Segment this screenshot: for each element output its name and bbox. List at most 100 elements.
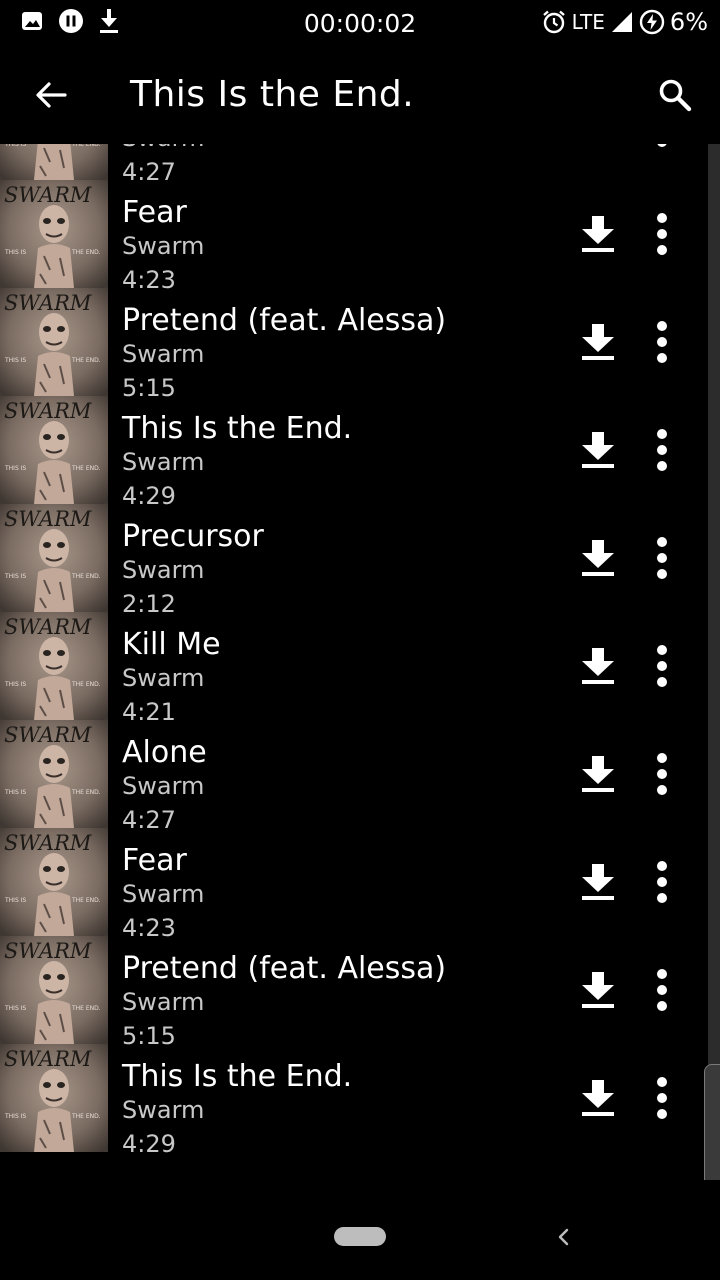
album-right-text: THE END.: [71, 357, 101, 364]
album-left-text: THIS IS: [4, 357, 26, 364]
album-logo-text: SWARM: [4, 291, 92, 315]
album-logo-text: SWARM: [4, 831, 92, 855]
more-vert-icon: [657, 321, 667, 363]
track-title: Kill Me: [122, 627, 221, 662]
signal-icon: [611, 12, 632, 32]
more-options-button[interactable]: [642, 750, 682, 798]
album-right-text: THE END.: [71, 1113, 101, 1120]
track-list-viewport[interactable]: SWARM THIS IS THE END. Swarm 4:27: [0, 144, 720, 1180]
more-vert-icon: [657, 537, 667, 579]
track-row[interactable]: SWARM THIS IS THE END. Kill Me Swarm 4:2…: [0, 612, 720, 726]
album-art: SWARM THIS IS THE END.: [0, 936, 108, 1044]
download-icon: [582, 216, 614, 252]
more-vert-icon: [657, 753, 667, 795]
download-icon: [582, 540, 614, 576]
album-art: SWARM THIS IS THE END.: [0, 504, 108, 612]
scrollbar-track: [708, 144, 720, 1180]
track-row[interactable]: SWARM THIS IS THE END. Fear Swarm 4:23: [0, 828, 720, 942]
battery-percent: 6%: [669, 8, 708, 36]
track-title: Pretend (feat. Alessa): [122, 303, 447, 338]
download-button[interactable]: [576, 144, 620, 148]
album-left-text: THIS IS: [4, 144, 26, 148]
status-bar: 00:00:02 LTE 6%: [0, 0, 720, 48]
network-type: LTE: [571, 10, 605, 34]
track-row[interactable]: SWARM THIS IS THE END. Precursor Swarm 2…: [0, 504, 720, 618]
download-button[interactable]: [576, 428, 620, 472]
scrollbar-thumb[interactable]: [704, 1064, 720, 1196]
track-artist: Swarm: [122, 556, 205, 584]
album-left-text: THIS IS: [4, 789, 26, 796]
track-row[interactable]: SWARM THIS IS THE END. Pretend (feat. Al…: [0, 288, 720, 402]
album-right-text: THE END.: [71, 897, 101, 904]
track-list: SWARM THIS IS THE END. Swarm 4:27: [0, 144, 720, 1158]
more-options-button[interactable]: [642, 966, 682, 1014]
more-options-button[interactable]: [642, 210, 682, 258]
track-row[interactable]: SWARM THIS IS THE END. Pretend (feat. Al…: [0, 936, 720, 1050]
album-logo-text: SWARM: [4, 399, 92, 423]
download-icon: [582, 1080, 614, 1116]
album-left-text: THIS IS: [4, 249, 26, 256]
page-title: This Is the End.: [130, 74, 415, 115]
album-left-text: THIS IS: [4, 1005, 26, 1012]
album-art: SWARM THIS IS THE END.: [0, 144, 108, 180]
more-vert-icon: [657, 969, 667, 1011]
download-button[interactable]: [576, 536, 620, 580]
download-icon: [582, 756, 614, 792]
download-icon: [582, 972, 614, 1008]
status-indicators: LTE 6%: [541, 8, 708, 36]
download-icon: [582, 864, 614, 900]
track-artist: Swarm: [122, 448, 205, 476]
track-artist: Swarm: [122, 1096, 205, 1124]
album-logo-text: SWARM: [4, 183, 92, 207]
download-icon: [582, 432, 614, 468]
album-art: SWARM THIS IS THE END.: [0, 720, 108, 828]
album-art: SWARM THIS IS THE END.: [0, 288, 108, 396]
album-art: SWARM THIS IS THE END.: [0, 1044, 108, 1152]
track-row[interactable]: SWARM THIS IS THE END. Swarm 4:27: [0, 144, 720, 186]
search-icon: [659, 79, 692, 112]
track-row[interactable]: SWARM THIS IS THE END. This Is the End. …: [0, 396, 720, 510]
more-vert-icon: [657, 144, 667, 147]
download-button[interactable]: [576, 212, 620, 256]
more-options-button[interactable]: [642, 144, 682, 150]
track-title: Fear: [122, 843, 187, 878]
nav-back-icon[interactable]: [550, 1222, 578, 1252]
album-logo-text: SWARM: [4, 723, 92, 747]
download-button[interactable]: [576, 320, 620, 364]
back-button[interactable]: [26, 70, 76, 120]
download-button[interactable]: [576, 1076, 620, 1120]
more-options-button[interactable]: [642, 1074, 682, 1122]
download-button[interactable]: [576, 860, 620, 904]
track-artist: Swarm: [122, 988, 205, 1016]
album-logo-text: SWARM: [4, 615, 92, 639]
download-button[interactable]: [576, 968, 620, 1012]
album-left-text: THIS IS: [4, 1113, 26, 1120]
album-right-text: THE END.: [71, 573, 101, 580]
home-button[interactable]: [334, 1227, 386, 1246]
search-button[interactable]: [650, 70, 700, 120]
track-row[interactable]: SWARM THIS IS THE END. Alone Swarm 4:27: [0, 720, 720, 834]
album-right-text: THE END.: [71, 465, 101, 472]
album-left-text: THIS IS: [4, 465, 26, 472]
more-options-button[interactable]: [642, 642, 682, 690]
more-options-button[interactable]: [642, 426, 682, 474]
arrow-left-icon: [36, 82, 67, 108]
album-left-text: THIS IS: [4, 897, 26, 904]
more-options-button[interactable]: [642, 318, 682, 366]
album-art: SWARM THIS IS THE END.: [0, 612, 108, 720]
track-title: Fear: [122, 195, 187, 230]
track-row[interactable]: SWARM THIS IS THE END. Fear Swarm 4:23: [0, 180, 720, 294]
download-icon: [582, 324, 614, 360]
more-vert-icon: [657, 645, 667, 687]
album-left-text: THIS IS: [4, 681, 26, 688]
track-artist: Swarm: [122, 664, 205, 692]
download-button[interactable]: [576, 752, 620, 796]
more-options-button[interactable]: [642, 534, 682, 582]
album-right-text: THE END.: [71, 681, 101, 688]
album-logo-text: SWARM: [4, 939, 92, 963]
track-artist: Swarm: [122, 340, 205, 368]
more-options-button[interactable]: [642, 858, 682, 906]
download-button[interactable]: [576, 644, 620, 688]
track-row[interactable]: SWARM THIS IS THE END. This Is the End. …: [0, 1044, 720, 1158]
more-vert-icon: [657, 213, 667, 255]
